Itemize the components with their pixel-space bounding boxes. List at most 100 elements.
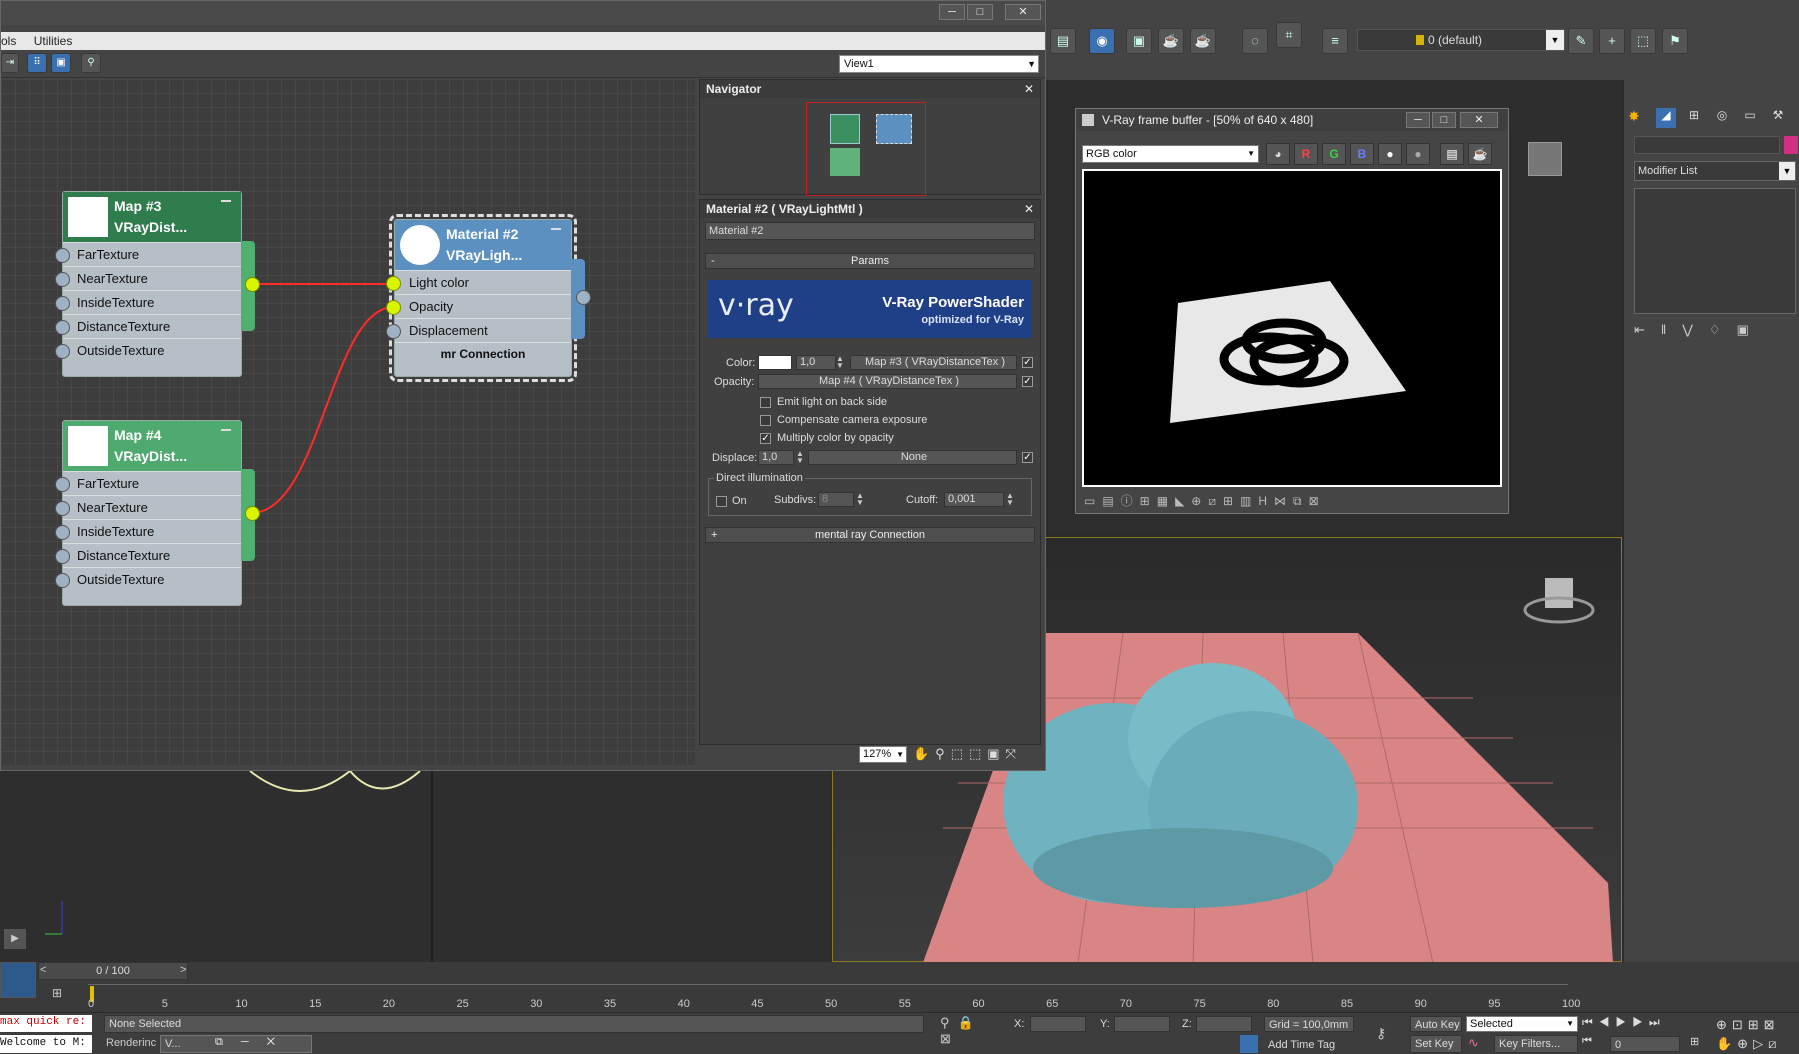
playback-controls[interactable]: ⏮◀▶▶⏭ xyxy=(1582,1015,1722,1033)
spinner-icon[interactable]: ▲ ▼ xyxy=(836,355,844,370)
next-frame-icon[interactable]: > xyxy=(180,964,190,978)
node-map3-header[interactable]: Map #3 VRayDist... xyxy=(63,192,241,242)
menu-tools[interactable]: ols xyxy=(1,34,16,48)
input-port[interactable] xyxy=(55,320,70,335)
collapse-icon[interactable] xyxy=(221,200,231,202)
mono-channel-icon[interactable]: ● xyxy=(1406,143,1430,165)
close-icon[interactable]: ✕ xyxy=(1460,112,1498,128)
create-tab-icon[interactable]: ✸ xyxy=(1628,108,1648,128)
z-coord-field[interactable] xyxy=(1196,1016,1252,1032)
input-port[interactable] xyxy=(55,477,70,492)
play-side-icon[interactable]: ▶ xyxy=(4,929,26,949)
current-frame-field[interactable]: 0 xyxy=(1610,1036,1680,1052)
maxscript-listener-line1[interactable]: max quick re: xyxy=(0,1015,92,1032)
opacity-map-button[interactable]: Map #4 ( VRayDistanceTex ) xyxy=(758,374,1017,389)
add-to-layer-icon[interactable]: + xyxy=(1599,28,1625,54)
color-swatch[interactable] xyxy=(758,355,792,370)
port-row[interactable]: OutsideTexture xyxy=(63,567,241,591)
port-row[interactable]: NearTexture xyxy=(63,266,241,290)
input-port[interactable] xyxy=(55,272,70,287)
cutoff-field[interactable]: 0,001 xyxy=(944,492,1004,507)
opacity-map-enable-checkbox[interactable]: ✓ xyxy=(1022,376,1033,387)
displace-map-enable-checkbox[interactable]: ✓ xyxy=(1022,452,1033,463)
port-row[interactable]: FarTexture xyxy=(63,471,241,495)
key-icon[interactable]: ⚷ xyxy=(1376,1025,1398,1041)
maximize-icon[interactable]: □ xyxy=(1432,112,1456,128)
x-coord-field[interactable] xyxy=(1030,1016,1086,1032)
input-port[interactable] xyxy=(55,296,70,311)
stack-controls[interactable]: ⇤‖⋁♢▣ xyxy=(1634,322,1796,342)
key-tangent-icon[interactable]: ∿ xyxy=(1468,1035,1488,1053)
named-selection-icon[interactable]: ⌗ xyxy=(1276,22,1302,48)
modify-tab-icon[interactable]: ◢ xyxy=(1656,108,1676,128)
port-row[interactable]: Opacity xyxy=(395,294,571,318)
search-icon[interactable]: ⚲ xyxy=(81,53,101,73)
navigation-tools[interactable]: ✋⚲⬚⬚▣⤧ xyxy=(913,746,1037,763)
maximize-icon[interactable]: □ xyxy=(967,4,993,20)
input-port[interactable] xyxy=(55,501,70,516)
subdivs-field[interactable]: 8 xyxy=(818,492,854,507)
key-mode-toggle-icon[interactable]: ⏮ xyxy=(1582,1035,1600,1053)
channel-dropdown[interactable]: RGB color ▼ xyxy=(1082,145,1259,163)
spinner-icon[interactable]: ▲ ▼ xyxy=(856,492,864,507)
node-map4-header[interactable]: Map #4 VRayDist... xyxy=(63,421,241,471)
modifier-stack[interactable] xyxy=(1634,188,1796,314)
input-port[interactable] xyxy=(55,525,70,540)
port-row[interactable]: DistanceTexture xyxy=(63,543,241,567)
auto-key-button[interactable]: Auto Key xyxy=(1410,1016,1462,1032)
red-channel-button[interactable]: R xyxy=(1294,143,1318,165)
maxscript-listener-line2[interactable]: Welcome to M: xyxy=(0,1035,92,1053)
key-mode-dropdown[interactable]: Selected ▼ xyxy=(1466,1016,1578,1032)
display-tab-icon[interactable]: ▭ xyxy=(1740,108,1760,128)
render-setup-icon[interactable]: ▤ xyxy=(1050,28,1076,54)
node-map3[interactable]: Map #3 VRayDist... FarTexture NearTextur… xyxy=(62,191,242,377)
add-time-tag-label[interactable]: Add Time Tag xyxy=(1268,1039,1335,1051)
collapse-icon[interactable] xyxy=(551,228,561,230)
close-icon[interactable]: ✕ xyxy=(1005,4,1041,20)
utilities-tab-icon[interactable]: ⚒ xyxy=(1768,108,1788,128)
curve-editor-icon[interactable]: ⊞ xyxy=(52,986,72,1004)
modifier-list-dropdown[interactable]: Modifier List ▼ xyxy=(1634,161,1796,181)
mr-connection-row[interactable]: mr Connection xyxy=(395,342,571,366)
render-teapot-icon[interactable]: ☕ xyxy=(1468,143,1492,165)
input-port-opacity[interactable] xyxy=(386,300,401,315)
color-map-button[interactable]: Map #3 ( VRayDistanceTex ) xyxy=(850,355,1017,370)
green-channel-button[interactable]: G xyxy=(1322,143,1346,165)
time-tag-icon[interactable] xyxy=(1240,1035,1258,1053)
render-production-icon[interactable]: ▣ xyxy=(1126,28,1152,54)
viewcube-persp[interactable] xyxy=(1545,578,1573,608)
color-map-enable-checkbox[interactable]: ✓ xyxy=(1022,357,1033,368)
param-editor-icon[interactable]: ▣ xyxy=(51,53,71,73)
node-material2-header[interactable]: Material #2 VRayLigh... xyxy=(395,220,571,270)
port-row[interactable]: FarTexture xyxy=(63,242,241,266)
save-image-icon[interactable]: ▤ xyxy=(1440,143,1464,165)
close-icon[interactable]: ✕ xyxy=(1024,200,1034,218)
params-rollout[interactable]: - Params xyxy=(705,253,1035,269)
port-row[interactable]: NearTexture xyxy=(63,495,241,519)
mr-connection-rollout[interactable]: + mental ray Connection xyxy=(705,527,1035,543)
prev-frame-icon[interactable]: < xyxy=(40,964,50,978)
port-row[interactable]: Light color xyxy=(395,270,571,294)
minimized-window-controls[interactable]: ⧉─✕ xyxy=(215,1036,293,1049)
selection-region-icon[interactable]: ◌ xyxy=(1242,28,1268,54)
port-row[interactable]: InsideTexture xyxy=(63,290,241,314)
emit-back-checkbox[interactable] xyxy=(760,397,771,408)
view-select-dropdown[interactable]: View1 ▼ xyxy=(839,55,1039,73)
spinner-icon[interactable]: ▲ ▼ xyxy=(1006,492,1014,507)
viewport-nav-controls[interactable]: ⊕⊡⊞⊠ ✋⊕▷⧄ xyxy=(1716,1015,1798,1053)
color-channels-icon[interactable]: ◕ xyxy=(1266,143,1290,165)
color-multiplier[interactable]: 1,0 xyxy=(796,355,836,370)
set-key-button[interactable]: Set Key xyxy=(1410,1035,1462,1053)
layout-icon[interactable]: ⇥ xyxy=(1,53,19,73)
multiply-opacity-checkbox[interactable]: ✓ xyxy=(760,433,771,444)
port-row[interactable]: OutsideTexture xyxy=(63,338,241,362)
menu-utilities[interactable]: Utilities xyxy=(34,34,73,48)
zoom-dropdown[interactable]: 127% ▼ xyxy=(859,746,907,763)
blue-channel-button[interactable]: B xyxy=(1350,143,1374,165)
port-row[interactable]: Displacement xyxy=(395,318,571,342)
output-port-material2[interactable] xyxy=(576,290,591,305)
set-current-layer-icon[interactable]: ⚑ xyxy=(1662,28,1688,54)
output-port-map3[interactable] xyxy=(245,277,260,292)
time-config-icon[interactable]: ⊞ xyxy=(1690,1035,1710,1053)
create-layer-icon[interactable]: ✎ xyxy=(1568,28,1594,54)
